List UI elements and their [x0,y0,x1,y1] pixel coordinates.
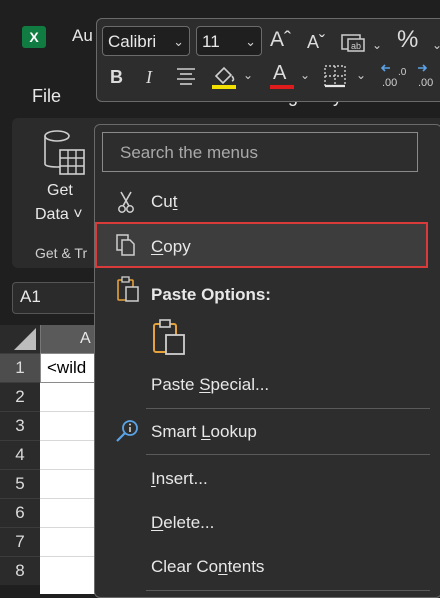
gridline [40,498,100,499]
menu-item-cut[interactable]: Cut [151,192,177,212]
chevron-down-icon: ⌄ [173,34,184,49]
menu-item-delete[interactable]: Delete... [151,513,214,533]
get-data-button-label-2[interactable]: Data ˅ [35,206,83,224]
menu-item-insert[interactable]: Insert... [151,469,208,489]
row-header[interactable]: 2 [0,382,40,411]
column-header-a[interactable] [40,325,101,353]
row-header[interactable]: 7 [0,527,40,556]
chevron-down-icon[interactable]: ⌄ [356,68,366,82]
cell-a1-value: <wild [47,358,87,377]
menu-item-paste-special[interactable]: Paste Special... [151,375,269,395]
row-header[interactable]: 6 [0,498,40,527]
increase-decimal-icon[interactable]: .00 .0 [378,62,408,90]
font-size-value: 11 [202,32,220,51]
shrink-font-button[interactable]: Aˇ [307,32,325,52]
menu-item-copy-highlight[interactable] [95,222,428,268]
get-data-button-label[interactable]: Get [47,182,73,200]
percent-style-button[interactable]: % [397,28,418,52]
gridline [40,527,100,528]
menu-item-clear-contents[interactable]: Clear Contents [151,557,264,577]
svg-text:.0: .0 [398,67,407,78]
column-header-label: A [80,330,91,347]
align-center-icon[interactable] [175,66,197,86]
ribbon-group-label: Get & Tr [35,245,88,261]
row-header[interactable]: 4 [0,440,40,469]
font-size-select[interactable]: 11 ⌄ [196,26,262,56]
copy-icon [116,234,135,256]
menu-item-copy[interactable]: Copy [151,237,191,257]
tab-file[interactable]: File [32,86,61,107]
gridline [40,411,100,412]
search-menus-placeholder: Search the menus [120,143,258,162]
paste-options-heading: Paste Options: [151,285,271,304]
row-header[interactable]: 5 [0,469,40,498]
scissors-icon [118,191,134,213]
paste-clipboard-icon[interactable] [150,318,188,356]
decrease-decimal-icon[interactable]: .00 [414,62,440,90]
chevron-down-icon[interactable]: ⌄ [372,38,382,52]
window-title: Au [72,26,93,45]
row-header[interactable]: 3 [0,411,40,440]
fill-color-icon[interactable] [210,62,238,90]
italic-button[interactable]: I [146,67,152,87]
database-table-icon [44,130,85,175]
menu-separator [146,408,430,409]
font-color-letter: A [273,62,287,84]
bold-button[interactable]: B [110,67,123,87]
font-name-value: Calibri [108,32,157,51]
gridline [40,556,100,557]
context-menu [94,124,440,598]
name-box-value: A1 [20,287,41,306]
chevron-down-icon[interactable]: ⌄ [243,68,253,82]
row-header[interactable]: 8 [0,556,40,585]
chevron-down-icon[interactable]: ⌄ [300,68,310,82]
svg-text:ab: ab [351,41,361,51]
paste-icon [117,276,139,302]
chevron-down-icon: ⌄ [245,34,256,49]
cell-grid[interactable] [40,353,100,594]
grow-font-button[interactable]: Aˆ [270,29,291,50]
menu-separator [146,590,430,591]
menu-item-smart-lookup[interactable]: Smart Lookup [151,422,257,442]
excel-logo-icon: X [22,26,50,48]
smart-lookup-icon [116,420,138,442]
font-name-select[interactable]: Calibri ⌄ [102,26,190,56]
gridline [40,440,100,441]
cell-styles-icon[interactable]: ab [340,32,366,54]
row-header[interactable]: 1 [0,353,40,382]
select-all-triangle-icon [14,328,36,350]
svg-text:.00: .00 [382,77,397,89]
chevron-down-icon[interactable]: ⌄ [432,38,440,52]
font-color-swatch [270,85,294,89]
menu-separator [146,454,430,455]
font-color-button[interactable]: A [270,62,294,90]
svg-text:.00: .00 [418,77,433,89]
borders-icon[interactable] [322,64,348,88]
gridline [40,469,100,470]
